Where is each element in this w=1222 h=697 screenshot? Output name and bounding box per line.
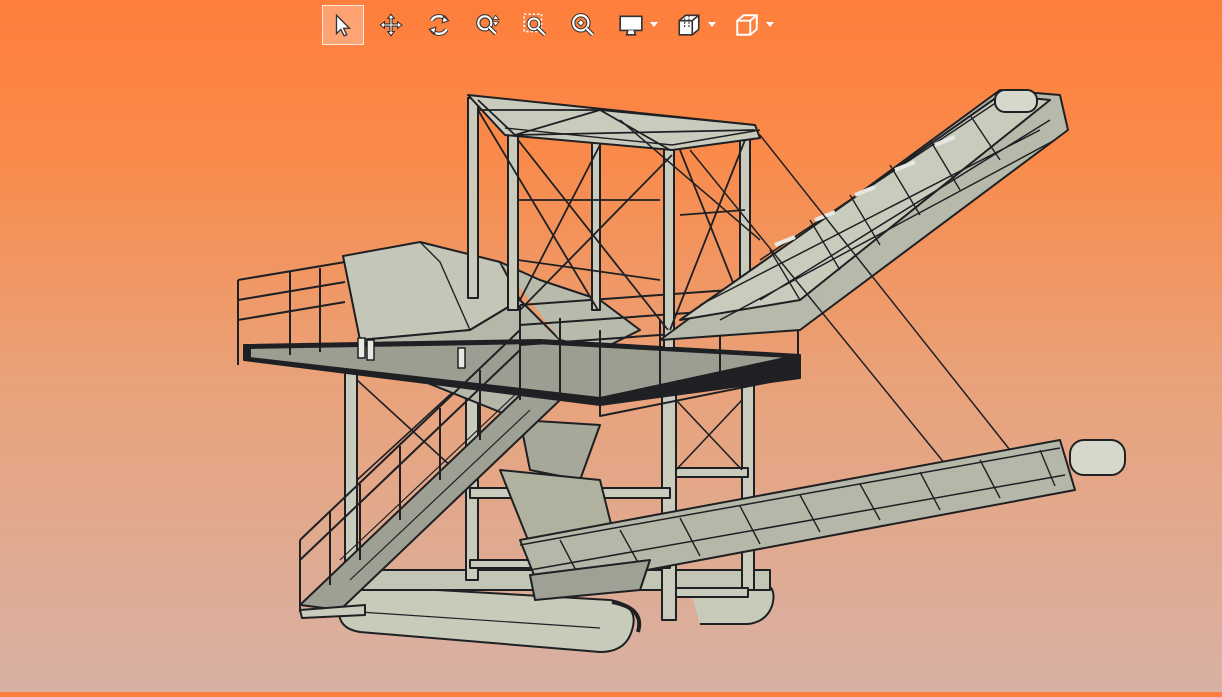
zoom-window-button[interactable] bbox=[514, 5, 556, 45]
section-view-button[interactable] bbox=[668, 5, 710, 45]
pan-tool-button[interactable] bbox=[370, 5, 412, 45]
view-cube-icon bbox=[736, 13, 758, 36]
section-box-icon bbox=[678, 13, 700, 36]
zoom-fit-icon bbox=[571, 12, 595, 36]
rotate-tool-button[interactable] bbox=[418, 5, 460, 45]
display-mode-button[interactable] bbox=[610, 5, 652, 45]
viewer-toolbar bbox=[322, 4, 784, 45]
crusher-plant-model bbox=[237, 89, 1126, 653]
zoom-window-icon bbox=[523, 12, 547, 36]
rotate-icon bbox=[428, 13, 450, 36]
zoom-fit-button[interactable] bbox=[562, 5, 604, 45]
zoom-updown-icon bbox=[476, 13, 500, 35]
zoom-tool-button[interactable] bbox=[466, 5, 508, 45]
view-orientation-button[interactable] bbox=[726, 5, 768, 45]
pan-icon bbox=[379, 12, 403, 37]
3d-viewport[interactable] bbox=[0, 0, 1222, 692]
select-tool-button[interactable] bbox=[322, 4, 364, 45]
pointer-icon bbox=[335, 13, 352, 37]
monitor-icon bbox=[619, 15, 643, 36]
